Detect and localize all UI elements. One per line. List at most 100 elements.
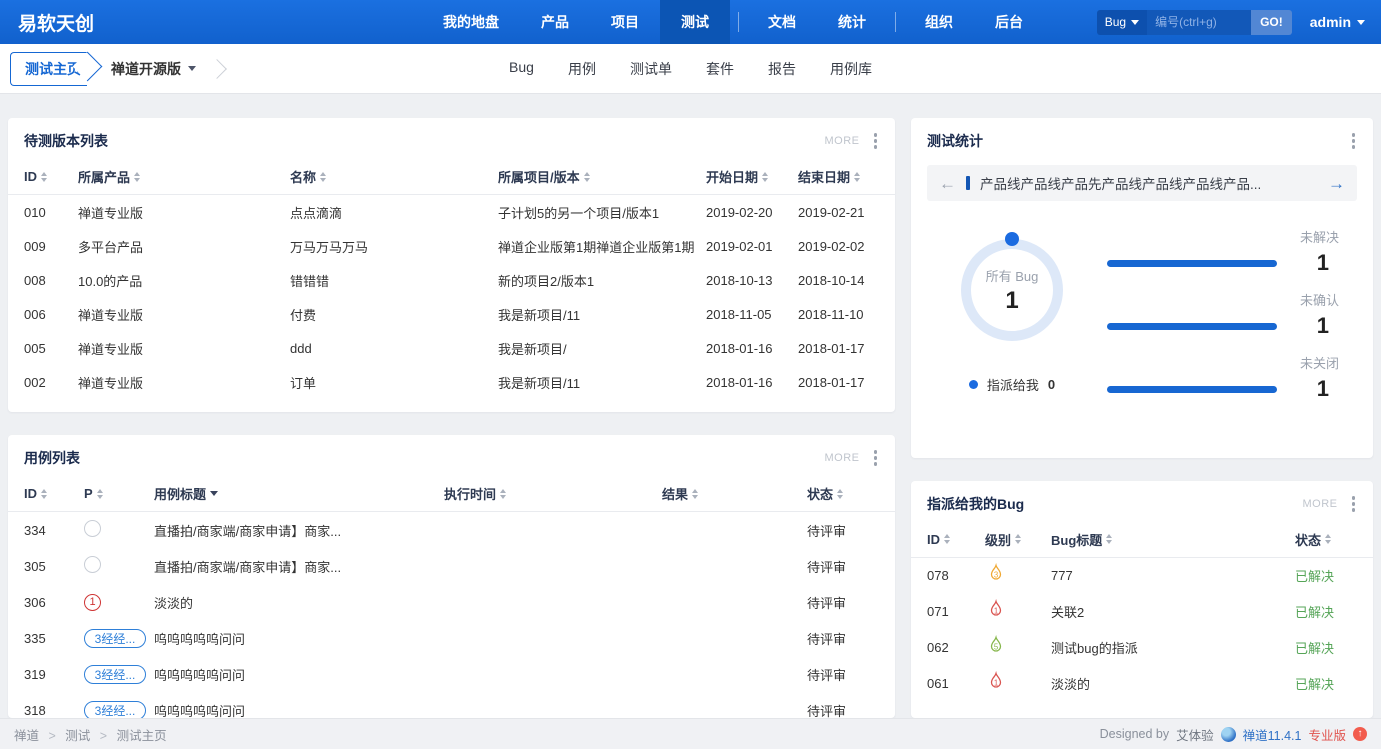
table-row[interactable]: 061 1 淡淡的 已解决 [911,666,1373,702]
more-link[interactable]: MORE [825,135,860,147]
col-id[interactable]: ID [927,532,985,547]
product-marker [966,176,970,190]
nav-item-project[interactable]: 项目 [590,0,660,44]
kebab-menu-icon[interactable] [872,448,880,468]
col-severity[interactable]: 级别 [985,530,1051,549]
versions-panel: 待测版本列表 MORE ID 所属产品 名称 所属项目/版本 开始日期 结束日期… [8,118,895,412]
tab-bug[interactable]: Bug [509,59,534,79]
priority-empty-circle [84,520,101,537]
tab-suite[interactable]: 套件 [706,59,734,79]
bar [1107,323,1277,330]
col-id[interactable]: ID [24,169,78,184]
table-row[interactable]: 010禅道专业版点点滴滴子计划5的另一个项目/版本12019-02-202019… [8,195,895,229]
page-tab-test-home[interactable]: 测试主页 [10,52,87,86]
right-column: 测试统计 ← 产品线产品线产品先产品线产品线产品线产品... → 所有 [911,118,1373,718]
sort-icon [944,534,950,544]
col-status[interactable]: 状态 [1295,530,1357,549]
table-row[interactable]: 00810.0的产品错错错新的项目2/版本12018-10-132018-10-… [8,263,895,297]
table-row[interactable]: 306 1 淡淡的 待评审 [8,584,895,620]
col-product[interactable]: 所属产品 [78,167,290,186]
sort-icon [584,172,590,182]
search-input[interactable] [1147,10,1251,35]
donut-value: 1 [1005,287,1018,315]
nav-item-test[interactable]: 测试 [660,0,730,44]
donut-marker-dot [1005,232,1019,246]
table-row[interactable]: 002禅道专业版订单我是新项目/112018-01-162018-01-17 [8,365,895,399]
cases-panel: 用例列表 MORE ID P 用例标题 执行时间 结果 状态 334 [8,435,895,718]
col-name[interactable]: 名称 [290,167,498,186]
table-row[interactable]: 009多平台产品万马万马万马禅道企业版第1期禅道企业版第1期2019-02-01… [8,229,895,263]
sort-icon [500,489,506,499]
table-row[interactable]: 305 直播拍/商家端/商家申请】商家... 待评审 [8,548,895,584]
table-row[interactable]: 071 1 关联2 已解决 [911,594,1373,630]
breadcrumb-zentao[interactable]: 禅道 [14,729,39,743]
nav-item-org[interactable]: 组织 [904,0,974,44]
main-content: 待测版本列表 MORE ID 所属产品 名称 所属项目/版本 开始日期 结束日期… [0,94,1381,718]
col-priority[interactable]: P [84,486,154,501]
chevron-down-icon [1131,20,1139,25]
tab-testtask[interactable]: 测试单 [630,59,672,79]
table-row[interactable]: 062 5 测试bug的指派 已解决 [911,630,1373,666]
more-link[interactable]: MORE [1303,498,1338,510]
tab-case[interactable]: 用例 [568,59,596,79]
kebab-menu-icon[interactable] [1350,494,1358,514]
upgrade-icon[interactable]: ↑ [1353,727,1367,741]
user-menu[interactable]: admin [1310,14,1365,30]
tab-caselib[interactable]: 用例库 [830,59,872,79]
status-badge: 已解决 [1295,566,1357,585]
breadcrumb-separator: > [49,729,56,743]
col-project[interactable]: 所属项目/版本 [498,167,706,186]
col-exec-time[interactable]: 执行时间 [444,484,662,503]
col-id[interactable]: ID [24,486,84,501]
kebab-menu-icon[interactable] [872,131,880,151]
status-badge: 已解决 [1295,674,1357,693]
nav-item-report[interactable]: 统计 [817,0,887,44]
sort-icon [41,172,47,182]
sort-icon [692,489,698,499]
more-link[interactable]: MORE [825,452,860,464]
edition-label[interactable]: 专业版 [1308,725,1346,744]
severity-flame-icon: 1 [985,599,1007,621]
col-start-date[interactable]: 开始日期 [706,167,798,186]
username: admin [1310,14,1351,30]
breadcrumb-test-home[interactable]: 测试主页 [117,729,167,743]
chevron-down-icon [1357,20,1365,25]
navbar-right: Bug GO! admin [1097,0,1381,44]
table-row[interactable]: 319 3经经... 呜呜呜呜呜问问 待评审 [8,656,895,692]
nav-item-product[interactable]: 产品 [520,0,590,44]
svg-text:3: 3 [994,571,998,580]
my-bugs-panel-header: 指派给我的Bug MORE [911,481,1373,522]
nav-item-admin[interactable]: 后台 [974,0,1044,44]
table-row[interactable]: 318 3经经... 呜呜呜呜呜问问 待评审 [8,692,895,718]
search-module-select[interactable]: Bug [1097,10,1147,35]
go-button[interactable]: GO! [1251,10,1292,35]
nav-item-my[interactable]: 我的地盘 [422,0,520,44]
tab-report[interactable]: 报告 [768,59,796,79]
version-link[interactable]: 禅道11.4.1 [1243,725,1302,744]
nav-item-doc[interactable]: 文档 [747,0,817,44]
breadcrumb-test[interactable]: 测试 [65,729,90,743]
col-end-date[interactable]: 结束日期 [798,167,879,186]
severity-flame-icon: 5 [985,635,1007,657]
table-row[interactable]: 006禅道专业版付费我是新项目/112018-11-052018-11-10 [8,297,895,331]
col-status[interactable]: 状态 [807,484,879,503]
table-row[interactable]: 335 3经经... 呜呜呜呜呜问问 待评审 [8,620,895,656]
product-switcher[interactable]: 禅道开源版 [105,59,196,79]
carousel-product-name[interactable]: 产品线产品线产品先产品线产品线产品线产品... [980,173,1261,193]
designer-link[interactable]: 艾体验 [1176,725,1214,744]
table-row[interactable]: 334 直播拍/商家端/商家申请】商家... 待评审 [8,512,895,548]
nav-divider [738,12,739,32]
kebab-menu-icon[interactable] [1350,131,1358,151]
module-pill: 3经经... [84,629,146,648]
prev-arrow-icon[interactable]: ← [939,175,956,192]
table-row[interactable]: 078 3 777 已解决 [911,558,1373,594]
col-bug-title[interactable]: Bug标题 [1051,530,1295,549]
sort-icon [134,172,140,182]
status-badge: 已解决 [1295,602,1357,621]
col-case-title[interactable]: 用例标题 [154,484,444,503]
table-row[interactable]: 005禅道专业版ddd我是新项目/2018-01-162018-01-17 [8,331,895,365]
app-logo[interactable]: 易软天创 [0,0,112,44]
col-result[interactable]: 结果 [662,484,807,503]
bar-unconfirmed: 未确认 1 [1107,290,1357,339]
next-arrow-icon[interactable]: → [1328,175,1345,192]
